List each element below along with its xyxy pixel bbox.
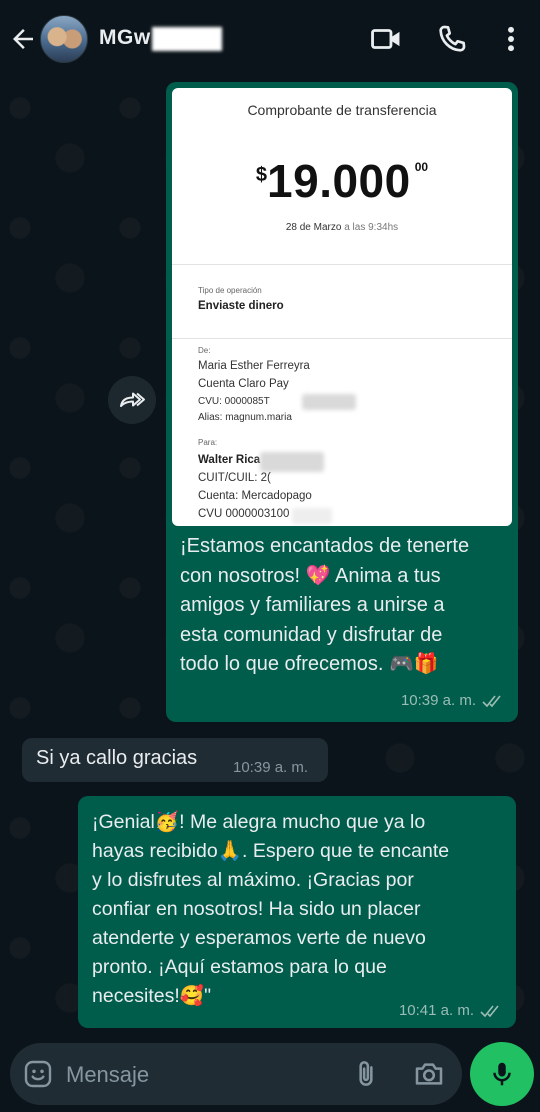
microphone-icon xyxy=(493,1062,511,1086)
receipt-date-main: 28 de Marzo xyxy=(285,222,342,233)
double-check-icon xyxy=(482,695,501,707)
receipt-currency: $ xyxy=(255,164,268,186)
message-time: 10:41 a. m. xyxy=(398,1002,474,1019)
more-vert-icon[interactable] xyxy=(494,22,528,56)
message-bubble-incoming[interactable]: Si ya callo gracias 10:39 a. m. xyxy=(22,738,328,782)
receipt-divider xyxy=(172,264,512,265)
chat-area[interactable]: Comprobante de transferencia $19.000 00 2… xyxy=(0,78,540,1038)
message-meta: 10:41 a. m. xyxy=(399,1002,502,1019)
message-time: 10:39 a. m. xyxy=(400,692,476,709)
receipt-title: Comprobante de transferencia xyxy=(247,102,437,118)
camera-icon[interactable] xyxy=(412,1058,446,1090)
chat-header: MGw xyxy=(0,0,540,78)
receipt-date: 28 de Marzo a las 9:34hs xyxy=(172,222,512,233)
redaction-block xyxy=(302,394,356,410)
message-meta: 10:39 a. m. xyxy=(401,692,504,709)
emoji-icon[interactable] xyxy=(22,1058,54,1090)
from-account: Cuenta Claro Pay xyxy=(198,378,289,390)
from-label: De: xyxy=(198,346,211,355)
microphone-button[interactable] xyxy=(470,1042,534,1106)
redaction-block xyxy=(292,508,332,524)
message-text: Si ya callo gracias xyxy=(36,747,198,769)
to-name: Walter Rica xyxy=(198,454,261,466)
message-meta: 10:39 a. m. xyxy=(233,759,308,776)
operation-type-value: Enviaste dinero xyxy=(198,300,284,312)
contact-name[interactable]: MGw xyxy=(99,26,151,50)
receipt-amount-value: 19.000 xyxy=(267,155,411,207)
to-cvu: CVU 0000003100 xyxy=(198,508,290,520)
message-bubble-outgoing[interactable]: Comprobante de transferencia $19.000 00 2… xyxy=(166,82,518,722)
to-label: Para: xyxy=(198,438,218,447)
video-camera-icon[interactable] xyxy=(369,22,403,56)
message-time: 10:39 a. m. xyxy=(233,759,309,776)
to-account: Cuenta: Mercadopago xyxy=(198,490,312,502)
double-check-icon xyxy=(480,1005,499,1017)
from-cvu: CVU: 0000085T xyxy=(198,396,270,407)
redaction-block xyxy=(260,452,324,472)
back-arrow-icon[interactable] xyxy=(8,24,38,54)
redaction-block xyxy=(152,27,222,51)
from-name: Maria Esther Ferreyra xyxy=(198,360,310,372)
message-text: ¡Genial🥳! Me alegra mucho que ya lo haya… xyxy=(92,811,450,1007)
contact-avatar[interactable] xyxy=(40,15,88,63)
paperclip-icon[interactable] xyxy=(350,1058,382,1090)
message-bubble-outgoing[interactable]: ¡Genial🥳! Me alegra mucho que ya lo haya… xyxy=(78,796,516,1028)
from-alias: Alias: magnum.maria xyxy=(198,412,292,423)
forward-icon xyxy=(120,392,145,407)
message-text: ¡Estamos encantados de tenerte con nosot… xyxy=(180,535,470,675)
phone-icon[interactable] xyxy=(435,22,469,56)
operation-type-label: Tipo de operación xyxy=(198,286,262,295)
receipt-cents: 00 xyxy=(414,160,429,174)
receipt-date-time: a las 9:34hs xyxy=(341,222,399,233)
message-input[interactable] xyxy=(66,1060,336,1090)
receipt-amount: $19.000 00 xyxy=(172,154,512,208)
forward-button[interactable] xyxy=(108,376,156,424)
to-cuit: CUIT/CUIL: 2( xyxy=(198,472,271,484)
message-composer xyxy=(10,1043,462,1105)
receipt-image[interactable]: Comprobante de transferencia $19.000 00 2… xyxy=(172,88,512,526)
receipt-divider xyxy=(172,338,512,339)
